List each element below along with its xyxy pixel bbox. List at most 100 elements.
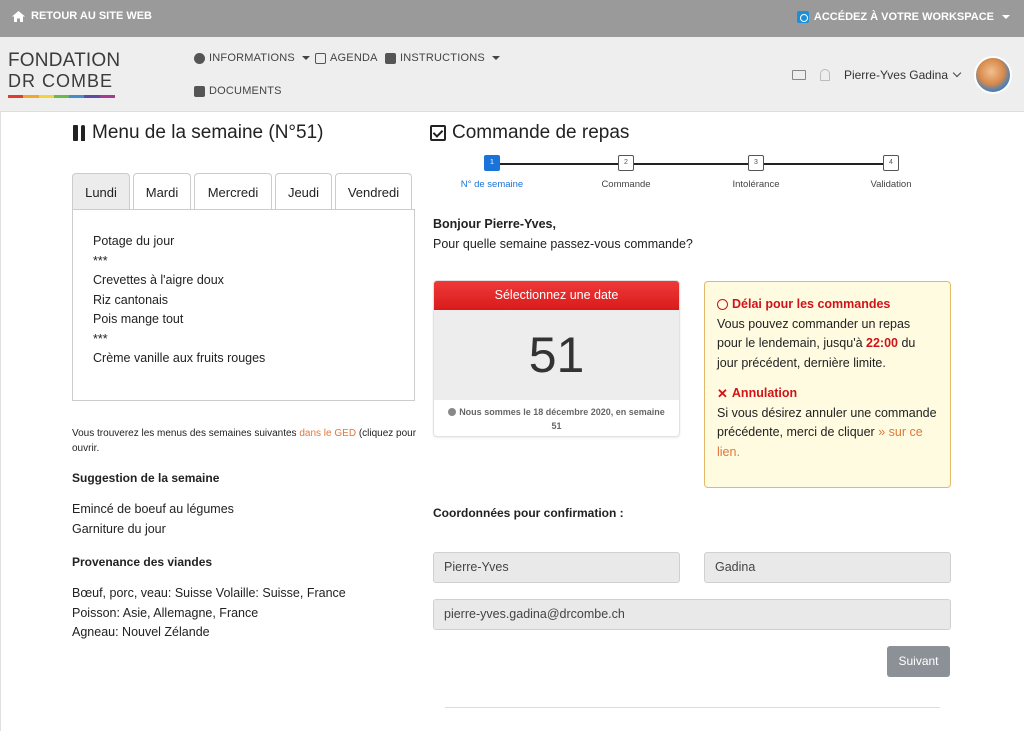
step-validation[interactable]: 4 Validation: [841, 155, 941, 190]
last-name-field[interactable]: Gadina: [704, 552, 951, 583]
logo-stripe-segment: [53, 95, 70, 98]
menu-item: Crevettes à l'aigre doux: [93, 273, 224, 287]
tab-vendredi[interactable]: Vendredi: [335, 173, 412, 210]
page-edge: [0, 112, 1, 731]
user-name: Pierre-Yves Gadina: [843, 68, 948, 82]
logo-stripe: [8, 95, 115, 98]
cancel-text: Si vous désirez annuler une commande pré…: [717, 404, 938, 463]
logo-line2: DR COMBE: [8, 71, 114, 91]
first-name-field[interactable]: Pierre-Yves: [433, 552, 680, 583]
order-stepper: 1 N° de semaine 2 Commande 3 Intolérance…: [430, 155, 950, 195]
suggestion-list: Emincé de boeuf au légumes Garniture du …: [72, 500, 234, 539]
suggestion-item: Garniture du jour: [72, 521, 166, 536]
main-nav: FONDATION DR COMBE INFORMATIONS AGENDA I…: [0, 37, 1024, 112]
user-menu[interactable]: Pierre-Yves Gadina: [843, 68, 962, 82]
caret-down-icon: [1002, 15, 1010, 19]
documents-icon: [194, 85, 205, 97]
nav-documents[interactable]: DOCUMENTS: [194, 85, 282, 97]
confirmation-title: Coordonnées pour confirmation :: [433, 506, 624, 520]
menu-title: Menu de la semaine (N°51): [92, 122, 324, 143]
greeting-block: Bonjour Pierre-Yves, Pour quelle semaine…: [433, 214, 693, 254]
utensils-icon: [72, 125, 86, 141]
nav-agenda[interactable]: AGENDA: [315, 52, 378, 64]
top-bar: RETOUR AU SITE WEB ACCÉDEZ À VOTRE WORKS…: [0, 0, 1024, 37]
menu-item: Pois mange tout: [93, 312, 184, 326]
deadline-title: Délai pour les commandes: [732, 297, 891, 311]
workspace-icon: [796, 11, 809, 23]
logo-stripe-segment: [23, 95, 39, 98]
divider: [445, 707, 940, 708]
day-tabs: Lundi Mardi Mercredi Jeudi Vendredi: [72, 173, 412, 210]
logo[interactable]: FONDATION DR COMBE: [8, 51, 120, 98]
provenance-item: Bœuf, porc, veau: Suisse Volaille: Suiss…: [72, 586, 346, 600]
step-number: 4: [883, 155, 899, 171]
cancel-title: Annulation: [731, 386, 798, 400]
logo-stripe-segment: [99, 95, 115, 98]
step-label: Commande: [601, 179, 651, 190]
logo-line1: FONDATION: [8, 50, 121, 71]
chevron-down-icon: [952, 68, 962, 78]
bell-icon[interactable]: [819, 69, 830, 81]
ged-link[interactable]: dans le GED: [299, 428, 356, 439]
home-icon: [12, 10, 25, 22]
week-question: Pour quelle semaine passez-vous commande…: [433, 237, 693, 251]
date-note: Nous sommes le 18 décembre 2020, en sema…: [434, 400, 679, 436]
suggestion-title: Suggestion de la semaine: [72, 471, 220, 485]
step-intolerance[interactable]: 3 Intolérance: [706, 155, 806, 190]
envelope-icon[interactable]: [791, 70, 806, 80]
back-to-website-link[interactable]: RETOUR AU SITE WEB: [12, 10, 152, 22]
nav-informations-label: INFORMATIONS: [209, 52, 295, 64]
order-heading: Commande de repas: [430, 122, 629, 144]
note-text-before: Vous trouverez les menus des semaines su…: [72, 428, 300, 439]
stepper-line: [492, 163, 892, 165]
logo-stripe-segment: [84, 95, 100, 98]
logo-stripe-segment: [38, 95, 54, 98]
date-note-text: Nous sommes le 18 décembre 2020, en sema…: [459, 407, 665, 431]
menu-heading: Menu de la semaine (N°51): [72, 122, 324, 144]
avatar[interactable]: [974, 56, 1012, 94]
calendar-icon: [315, 52, 326, 64]
provenance-list: Bœuf, porc, veau: Suisse Volaille: Suiss…: [72, 584, 346, 643]
logo-stripe-segment: [8, 95, 24, 98]
tab-jeudi[interactable]: Jeudi: [275, 173, 332, 210]
deadline-heading: Délai pour les commandes: [717, 295, 938, 315]
step-order[interactable]: 2 Commande: [576, 155, 676, 190]
step-label: Validation: [870, 179, 912, 190]
nav-instructions[interactable]: INSTRUCTIONS: [385, 52, 500, 64]
tab-lundi[interactable]: Lundi: [72, 173, 130, 210]
email-field[interactable]: pierre-yves.gadina@drcombe.ch: [433, 599, 951, 630]
step-number: 3: [748, 155, 764, 171]
step-week[interactable]: 1 N° de semaine: [442, 155, 542, 190]
back-to-website-label: RETOUR AU SITE WEB: [31, 10, 153, 22]
provenance-title: Provenance des viandes: [72, 555, 213, 569]
clock-icon: [717, 299, 728, 311]
menu-separator: ***: [93, 331, 108, 346]
logo-stripe-segment: [69, 95, 85, 98]
workspace-label: ACCÉDEZ À VOTRE WORKSPACE: [813, 11, 994, 23]
nav-informations[interactable]: INFORMATIONS: [194, 52, 310, 64]
menu-item: Riz cantonais: [93, 292, 169, 307]
step-label: N° de semaine: [460, 179, 524, 190]
provenance-item: Agneau: Nouvel Zélande: [72, 625, 210, 639]
menu-item: Potage du jour: [93, 234, 175, 248]
deadline-time: 22:00: [866, 336, 898, 350]
tab-mardi[interactable]: Mardi: [133, 173, 191, 210]
date-selector-card[interactable]: Sélectionnez une date 51 Nous sommes le …: [433, 280, 680, 437]
menu-panel: Potage du jour *** Crevettes à l'aigre d…: [72, 209, 415, 401]
caret-down-icon: [491, 56, 500, 60]
week-number[interactable]: 51: [434, 310, 679, 400]
step-number: 1: [484, 155, 500, 171]
info-icon: [448, 408, 457, 416]
order-title: Commande de repas: [452, 122, 630, 143]
date-selector-header[interactable]: Sélectionnez une date: [434, 281, 679, 310]
menu-separator: ***: [93, 253, 108, 268]
nav-documents-label: DOCUMENTS: [209, 85, 282, 97]
suggestion-item: Emincé de boeuf au légumes: [72, 502, 234, 516]
deadline-text: Vous pouvez commander un repas pour le l…: [717, 315, 938, 374]
next-button[interactable]: Suivant: [887, 646, 950, 677]
step-number: 2: [618, 155, 634, 171]
workspace-dropdown[interactable]: ACCÉDEZ À VOTRE WORKSPACE: [796, 11, 1010, 23]
tab-mercredi[interactable]: Mercredi: [194, 173, 272, 210]
info-icon: [194, 52, 205, 64]
times-icon: ✕: [717, 386, 728, 401]
